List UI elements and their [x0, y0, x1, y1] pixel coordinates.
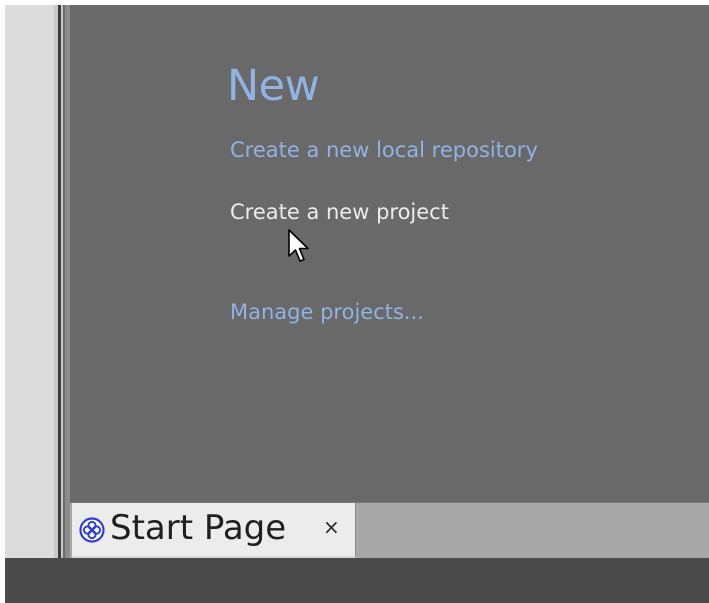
tab-label: Start Page: [110, 508, 287, 548]
tab-start-page[interactable]: Start Page ×: [72, 503, 356, 558]
start-page-content: New Create a new local repository Create…: [70, 5, 709, 503]
manage-projects-link[interactable]: Manage projects...: [230, 302, 424, 323]
create-new-project-link[interactable]: Create a new project: [230, 202, 449, 223]
left-side-panel: [5, 5, 54, 558]
close-icon[interactable]: ×: [323, 517, 340, 537]
section-heading-new: New: [227, 61, 320, 111]
document-tab-strip: Start Page ×: [70, 503, 709, 558]
bottom-status-bar: [5, 558, 709, 603]
panel-splitter[interactable]: [54, 5, 70, 558]
application-window: New Create a new local repository Create…: [0, 0, 709, 603]
start-page-icon: [79, 517, 105, 543]
create-local-repository-link[interactable]: Create a new local repository: [230, 140, 538, 161]
splitter-line-dark: [58, 5, 61, 558]
mouse-pointer-icon: [288, 229, 309, 262]
